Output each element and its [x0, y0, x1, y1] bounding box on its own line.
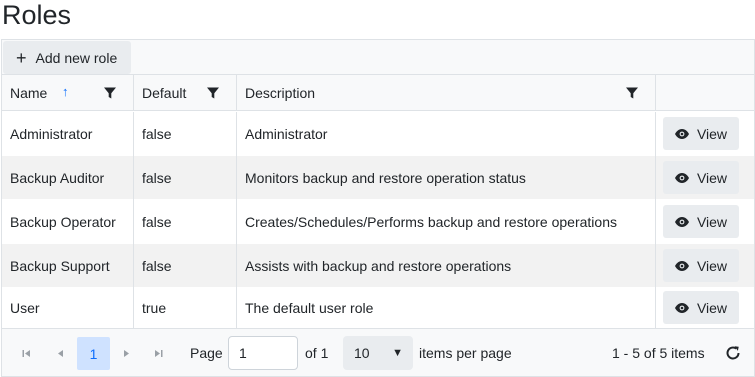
- cell-description: Administrator: [237, 112, 656, 156]
- cell-default: false: [134, 156, 237, 200]
- page-size-value: 10: [354, 345, 370, 361]
- eye-icon: [674, 128, 689, 139]
- first-page-button[interactable]: [11, 338, 41, 368]
- add-new-role-label: Add new role: [35, 49, 118, 66]
- pager-summary: 1 - 5 of 5 items: [612, 345, 705, 361]
- table-row: Backup Support false Assists with backup…: [2, 244, 754, 288]
- column-header-default-label: Default: [142, 85, 187, 101]
- view-button[interactable]: View: [663, 249, 739, 282]
- eye-icon: [674, 172, 689, 183]
- caret-down-icon: ▼: [392, 347, 403, 359]
- table-row: User true The default user role View: [2, 288, 754, 328]
- table-row: Backup Operator false Creates/Schedules/…: [2, 200, 754, 244]
- plus-icon: +: [16, 47, 27, 68]
- roles-grid: + Add new role Name ↑ Default Descriptio…: [1, 39, 755, 377]
- view-button[interactable]: View: [663, 291, 739, 324]
- view-button-label: View: [696, 125, 728, 142]
- cell-name: User: [2, 288, 134, 328]
- column-header-actions: [656, 75, 754, 111]
- chevron-right-icon: [123, 349, 129, 357]
- cell-description: Creates/Schedules/Performs backup and re…: [237, 200, 656, 244]
- grid-header: Name ↑ Default Description: [2, 75, 754, 111]
- cell-description: The default user role: [237, 288, 656, 328]
- column-header-description-label: Description: [245, 85, 316, 101]
- view-button-label: View: [696, 299, 728, 316]
- view-button[interactable]: View: [663, 161, 739, 194]
- page-size-select[interactable]: 10 ▼: [343, 336, 413, 370]
- cell-name: Backup Auditor: [2, 156, 134, 200]
- cell-default: true: [134, 288, 237, 328]
- cell-name: Administrator: [2, 112, 134, 156]
- table-row: Administrator false Administrator View: [2, 112, 754, 156]
- column-header-description[interactable]: Description: [237, 75, 656, 111]
- cell-default: false: [134, 244, 237, 288]
- view-button[interactable]: View: [663, 117, 739, 150]
- last-page-icon: [154, 349, 162, 357]
- column-header-default[interactable]: Default: [134, 75, 237, 111]
- sort-ascending-icon: ↑: [62, 84, 69, 99]
- view-button-label: View: [696, 213, 728, 230]
- first-page-icon: [22, 349, 30, 357]
- page-title: Roles: [2, 0, 72, 30]
- items-per-page-label: items per page: [419, 345, 512, 361]
- column-header-name[interactable]: Name ↑: [2, 75, 134, 111]
- eye-icon: [674, 216, 689, 227]
- view-button-label: View: [696, 257, 728, 274]
- add-new-role-button[interactable]: + Add new role: [3, 41, 131, 74]
- view-button[interactable]: View: [663, 205, 739, 238]
- refresh-icon[interactable]: [724, 344, 742, 362]
- page-count-label: of 1: [305, 345, 329, 361]
- cell-description: Monitors backup and restore operation st…: [237, 156, 656, 200]
- filter-icon[interactable]: [206, 86, 220, 100]
- page-input[interactable]: [228, 336, 298, 370]
- grid-toolbar: + Add new role: [2, 40, 754, 75]
- eye-icon: [674, 260, 689, 271]
- page-number-button[interactable]: 1: [77, 337, 110, 370]
- previous-page-button[interactable]: [45, 338, 75, 368]
- table-row: Backup Auditor false Monitors backup and…: [2, 156, 754, 200]
- cell-name: Backup Operator: [2, 200, 134, 244]
- view-button-label: View: [696, 169, 728, 186]
- page-label: Page: [190, 345, 223, 361]
- eye-icon: [674, 302, 689, 313]
- last-page-button[interactable]: [143, 338, 173, 368]
- cell-description: Assists with backup and restore operatio…: [237, 244, 656, 288]
- column-header-name-label: Name: [10, 85, 48, 101]
- next-page-button[interactable]: [111, 338, 141, 368]
- cell-default: false: [134, 112, 237, 156]
- pager: 1 Page of 1 10 ▼ items per page 1 - 5 of…: [2, 328, 754, 376]
- filter-icon[interactable]: [625, 86, 639, 100]
- filter-icon[interactable]: [103, 86, 117, 100]
- cell-name: Backup Support: [2, 244, 134, 288]
- cell-default: false: [134, 200, 237, 244]
- chevron-left-icon: [57, 349, 63, 357]
